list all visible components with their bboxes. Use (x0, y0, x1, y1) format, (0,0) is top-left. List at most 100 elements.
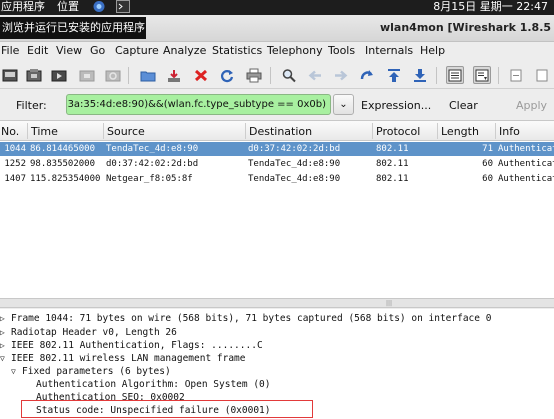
packet-list[interactable]: No. Time Source Destination Protocol Len… (0, 120, 554, 298)
detail-text: IEEE 802.11 Authentication, Flags: .....… (11, 340, 263, 351)
column-divider[interactable] (27, 123, 28, 139)
menu-file[interactable]: File (1, 43, 19, 58)
column-header-no[interactable]: No. (1, 125, 19, 138)
filter-history-dropdown[interactable]: ⌄ (333, 94, 354, 115)
menu-internals[interactable]: Internals (365, 43, 413, 58)
detail-text: Frame 1044: 71 bytes on wire (568 bits),… (11, 313, 492, 324)
cell-time: 115.825354000 (30, 174, 101, 184)
restart-capture-icon[interactable] (104, 66, 122, 84)
zoom-out-icon[interactable] (533, 66, 551, 84)
packet-details[interactable]: ▷ Frame 1044: 71 bytes on wire (568 bits… (0, 309, 554, 419)
cell-no: 1252 (4, 159, 26, 169)
filter-clear-button[interactable]: Clear (449, 99, 478, 112)
print-icon[interactable] (245, 66, 263, 84)
close-file-icon[interactable] (192, 66, 210, 84)
cell-destination: TendaTec_4d:e8:90 (248, 174, 341, 184)
expander-collapsed-icon[interactable]: ▷ (0, 339, 8, 352)
detail-auth-algorithm[interactable]: Authentication Algorithm: Open System (0… (36, 378, 271, 391)
applications-menu[interactable]: 应用程序 (1, 0, 45, 13)
cell-time: 98.835502000 (30, 159, 96, 169)
column-header-destination[interactable]: Destination (249, 125, 312, 138)
start-capture-icon[interactable] (50, 66, 68, 84)
terminal-launcher-icon[interactable] (116, 0, 131, 13)
cell-destination: TendaTec_4d:e8:90 (248, 159, 341, 169)
go-to-packet-icon[interactable] (358, 66, 376, 84)
column-header-info[interactable]: Info (499, 125, 520, 138)
find-icon[interactable] (280, 66, 298, 84)
menu-tools[interactable]: Tools (328, 43, 355, 58)
filter-input[interactable]: wlan.addr==d0:37:42:02:2d:bd&&!(wlan.add… (66, 94, 331, 115)
menu-view[interactable]: View (56, 43, 82, 58)
menu-go[interactable]: Go (90, 43, 105, 58)
menu-capture[interactable]: Capture (115, 43, 159, 58)
cell-length: 71 (482, 144, 493, 154)
menu-statistics[interactable]: Statistics (212, 43, 262, 58)
browser-launcher-icon[interactable] (92, 0, 107, 13)
stop-capture-icon[interactable] (78, 66, 96, 84)
go-back-icon[interactable] (306, 66, 324, 84)
zoom-in-icon[interactable] (507, 66, 525, 84)
window-title: wlan4mon [Wireshark 1.8.5 ] (380, 21, 554, 34)
column-header-protocol[interactable]: Protocol (376, 125, 420, 138)
packet-list-header: No. Time Source Destination Protocol Len… (0, 121, 554, 141)
cell-source: Netgear_f8:05:8f (106, 174, 193, 184)
save-file-icon[interactable] (165, 66, 183, 84)
cell-info: Authentication (498, 144, 554, 154)
packet-row[interactable]: 1252 98.835502000 d0:37:42:02:2d:bd Tend… (0, 157, 554, 171)
cell-length: 60 (482, 159, 493, 169)
expander-expanded-icon[interactable]: ▽ (11, 365, 19, 378)
expander-collapsed-icon[interactable]: ▷ (0, 312, 8, 325)
column-divider[interactable] (245, 123, 246, 139)
column-header-time[interactable]: Time (31, 125, 58, 138)
toolbar-separator (270, 67, 271, 84)
menu-edit[interactable]: Edit (27, 43, 48, 58)
go-last-icon[interactable] (411, 66, 429, 84)
cell-no: 1044 (4, 144, 26, 154)
column-header-length[interactable]: Length (441, 125, 479, 138)
places-menu[interactable]: 位置 (57, 0, 79, 13)
toolbar-separator (128, 67, 129, 84)
menu-analyze[interactable]: Analyze (163, 43, 206, 58)
filter-expression-button[interactable]: Expression... (361, 99, 431, 112)
filter-apply-button[interactable]: Apply (516, 99, 547, 112)
expander-expanded-icon[interactable]: ▽ (0, 352, 8, 365)
menu-telephony[interactable]: Telephony (267, 43, 323, 58)
expander-collapsed-icon[interactable]: ▷ (0, 326, 8, 339)
desktop-top-panel: 应用程序 位置 8月15日 星期一 22:47 (0, 0, 554, 15)
menu-help[interactable]: Help (420, 43, 445, 58)
capture-options-icon[interactable] (25, 66, 43, 84)
menubar: File Edit View Go Capture Analyze Statis… (0, 42, 554, 60)
packet-row[interactable]: 1044 86.814465000 TendaTec_4d:e8:90 d0:3… (0, 142, 554, 156)
colorize-icon[interactable] (446, 66, 464, 84)
cell-protocol: 802.11 (376, 144, 409, 154)
cell-info: Authentication (498, 174, 554, 184)
filter-expression-text: wlan.addr==d0:37:42:02:2d:bd&&!(wlan.add… (67, 99, 326, 110)
open-file-icon[interactable] (139, 66, 157, 84)
clock[interactable]: 8月15日 星期一 22:47 (433, 0, 548, 13)
autoscroll-icon[interactable] (473, 66, 491, 84)
cell-source: d0:37:42:02:2d:bd (106, 159, 199, 169)
column-header-source[interactable]: Source (107, 125, 145, 138)
column-divider[interactable] (495, 123, 496, 139)
packet-row[interactable]: 1407 115.825354000 Netgear_f8:05:8f Tend… (0, 172, 554, 186)
cell-time: 86.814465000 (30, 144, 96, 154)
column-divider[interactable] (372, 123, 373, 139)
column-divider[interactable] (103, 123, 104, 139)
interfaces-icon[interactable] (1, 66, 19, 84)
cell-length: 60 (482, 174, 493, 184)
go-first-icon[interactable] (385, 66, 403, 84)
detail-text: IEEE 802.11 wireless LAN management fram… (11, 353, 246, 364)
column-divider[interactable] (437, 123, 438, 139)
cell-destination: d0:37:42:02:2d:bd (248, 144, 341, 154)
reload-icon[interactable] (218, 66, 236, 84)
toolbar-separator (498, 67, 499, 84)
cell-info: Authentication (498, 159, 554, 169)
highlight-box (21, 400, 313, 418)
filter-label: Filter: (16, 99, 47, 112)
pane-splitter[interactable]: ||| (0, 298, 554, 308)
cell-source: TendaTec_4d:e8:90 (106, 144, 199, 154)
splitter-grip-icon[interactable]: ||| (386, 301, 392, 307)
go-forward-icon[interactable] (332, 66, 350, 84)
cell-protocol: 802.11 (376, 159, 409, 169)
detail-text: Radiotap Header v0, Length 26 (11, 327, 177, 338)
